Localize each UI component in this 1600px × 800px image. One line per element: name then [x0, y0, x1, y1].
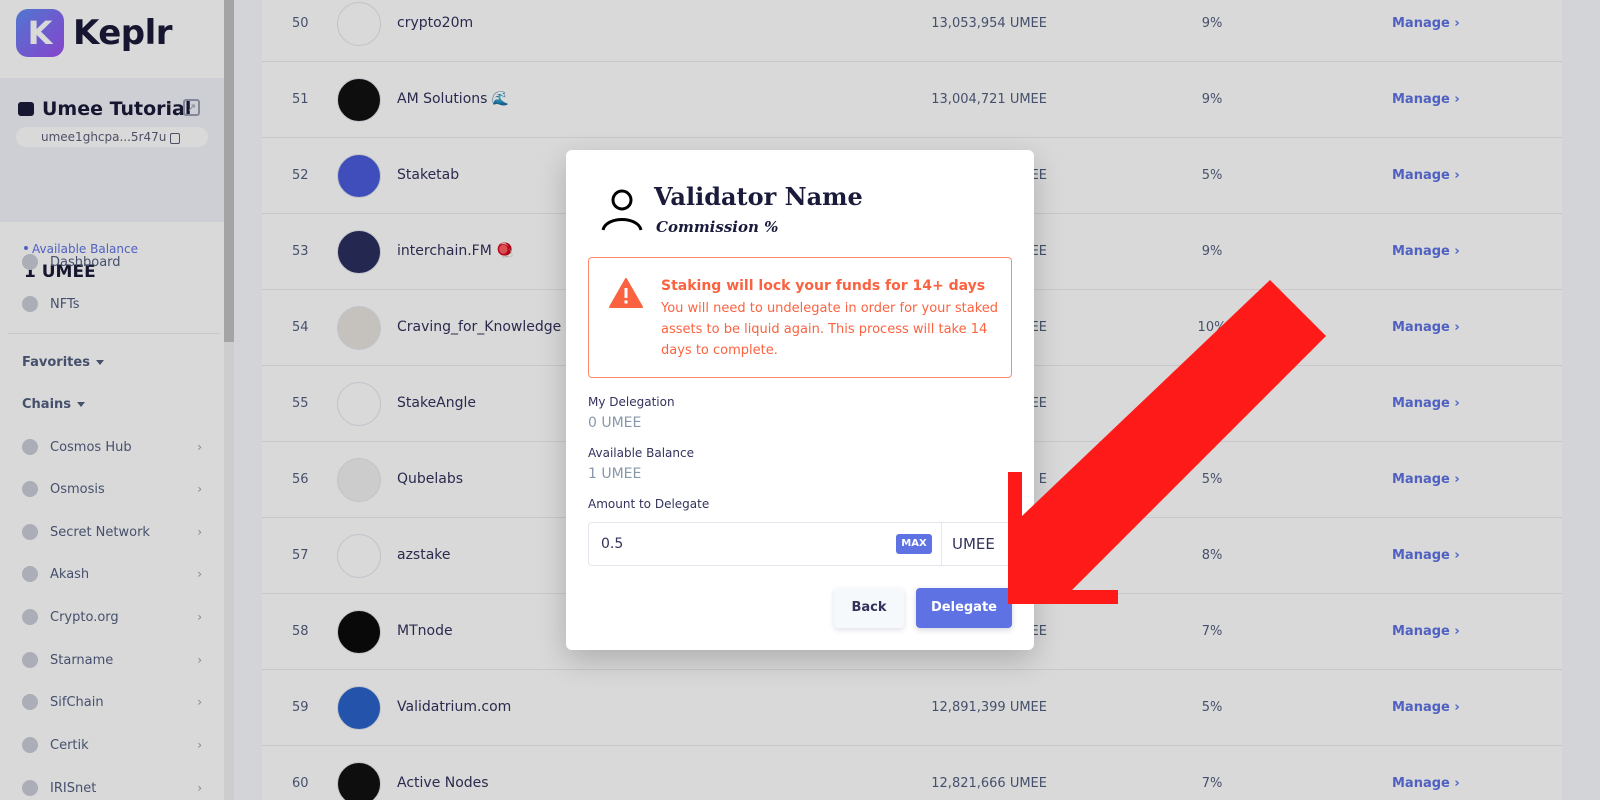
validator-avatar-icon — [590, 178, 654, 242]
warning-text: You will need to undelegate in order for… — [661, 301, 999, 358]
available-balance-label: Available Balance — [588, 446, 694, 460]
amount-field: MAX UMEE — [588, 522, 1012, 566]
my-delegation-value: 0 UMEE — [588, 415, 642, 431]
staking-lock-warning: Staking will lock your funds for 14+ day… — [588, 257, 1012, 378]
delegate-button[interactable]: Delegate — [916, 588, 1012, 628]
max-button[interactable]: MAX — [896, 534, 932, 554]
amount-input[interactable] — [590, 524, 938, 564]
warning-title: Staking will lock your funds for 14+ day… — [661, 278, 986, 294]
delegate-modal: Validator Name Commission % Staking will… — [566, 150, 1034, 650]
my-delegation-label: My Delegation — [588, 395, 675, 409]
validator-name-title: Validator Name — [654, 182, 863, 211]
available-balance-value: 1 UMEE — [588, 466, 642, 482]
annotation-arrow-icon — [1008, 280, 1326, 604]
amount-to-delegate-label: Amount to Delegate — [588, 497, 710, 511]
back-button[interactable]: Back — [834, 588, 904, 628]
warning-icon — [609, 278, 643, 308]
validator-commission-subtitle: Commission % — [656, 218, 779, 236]
